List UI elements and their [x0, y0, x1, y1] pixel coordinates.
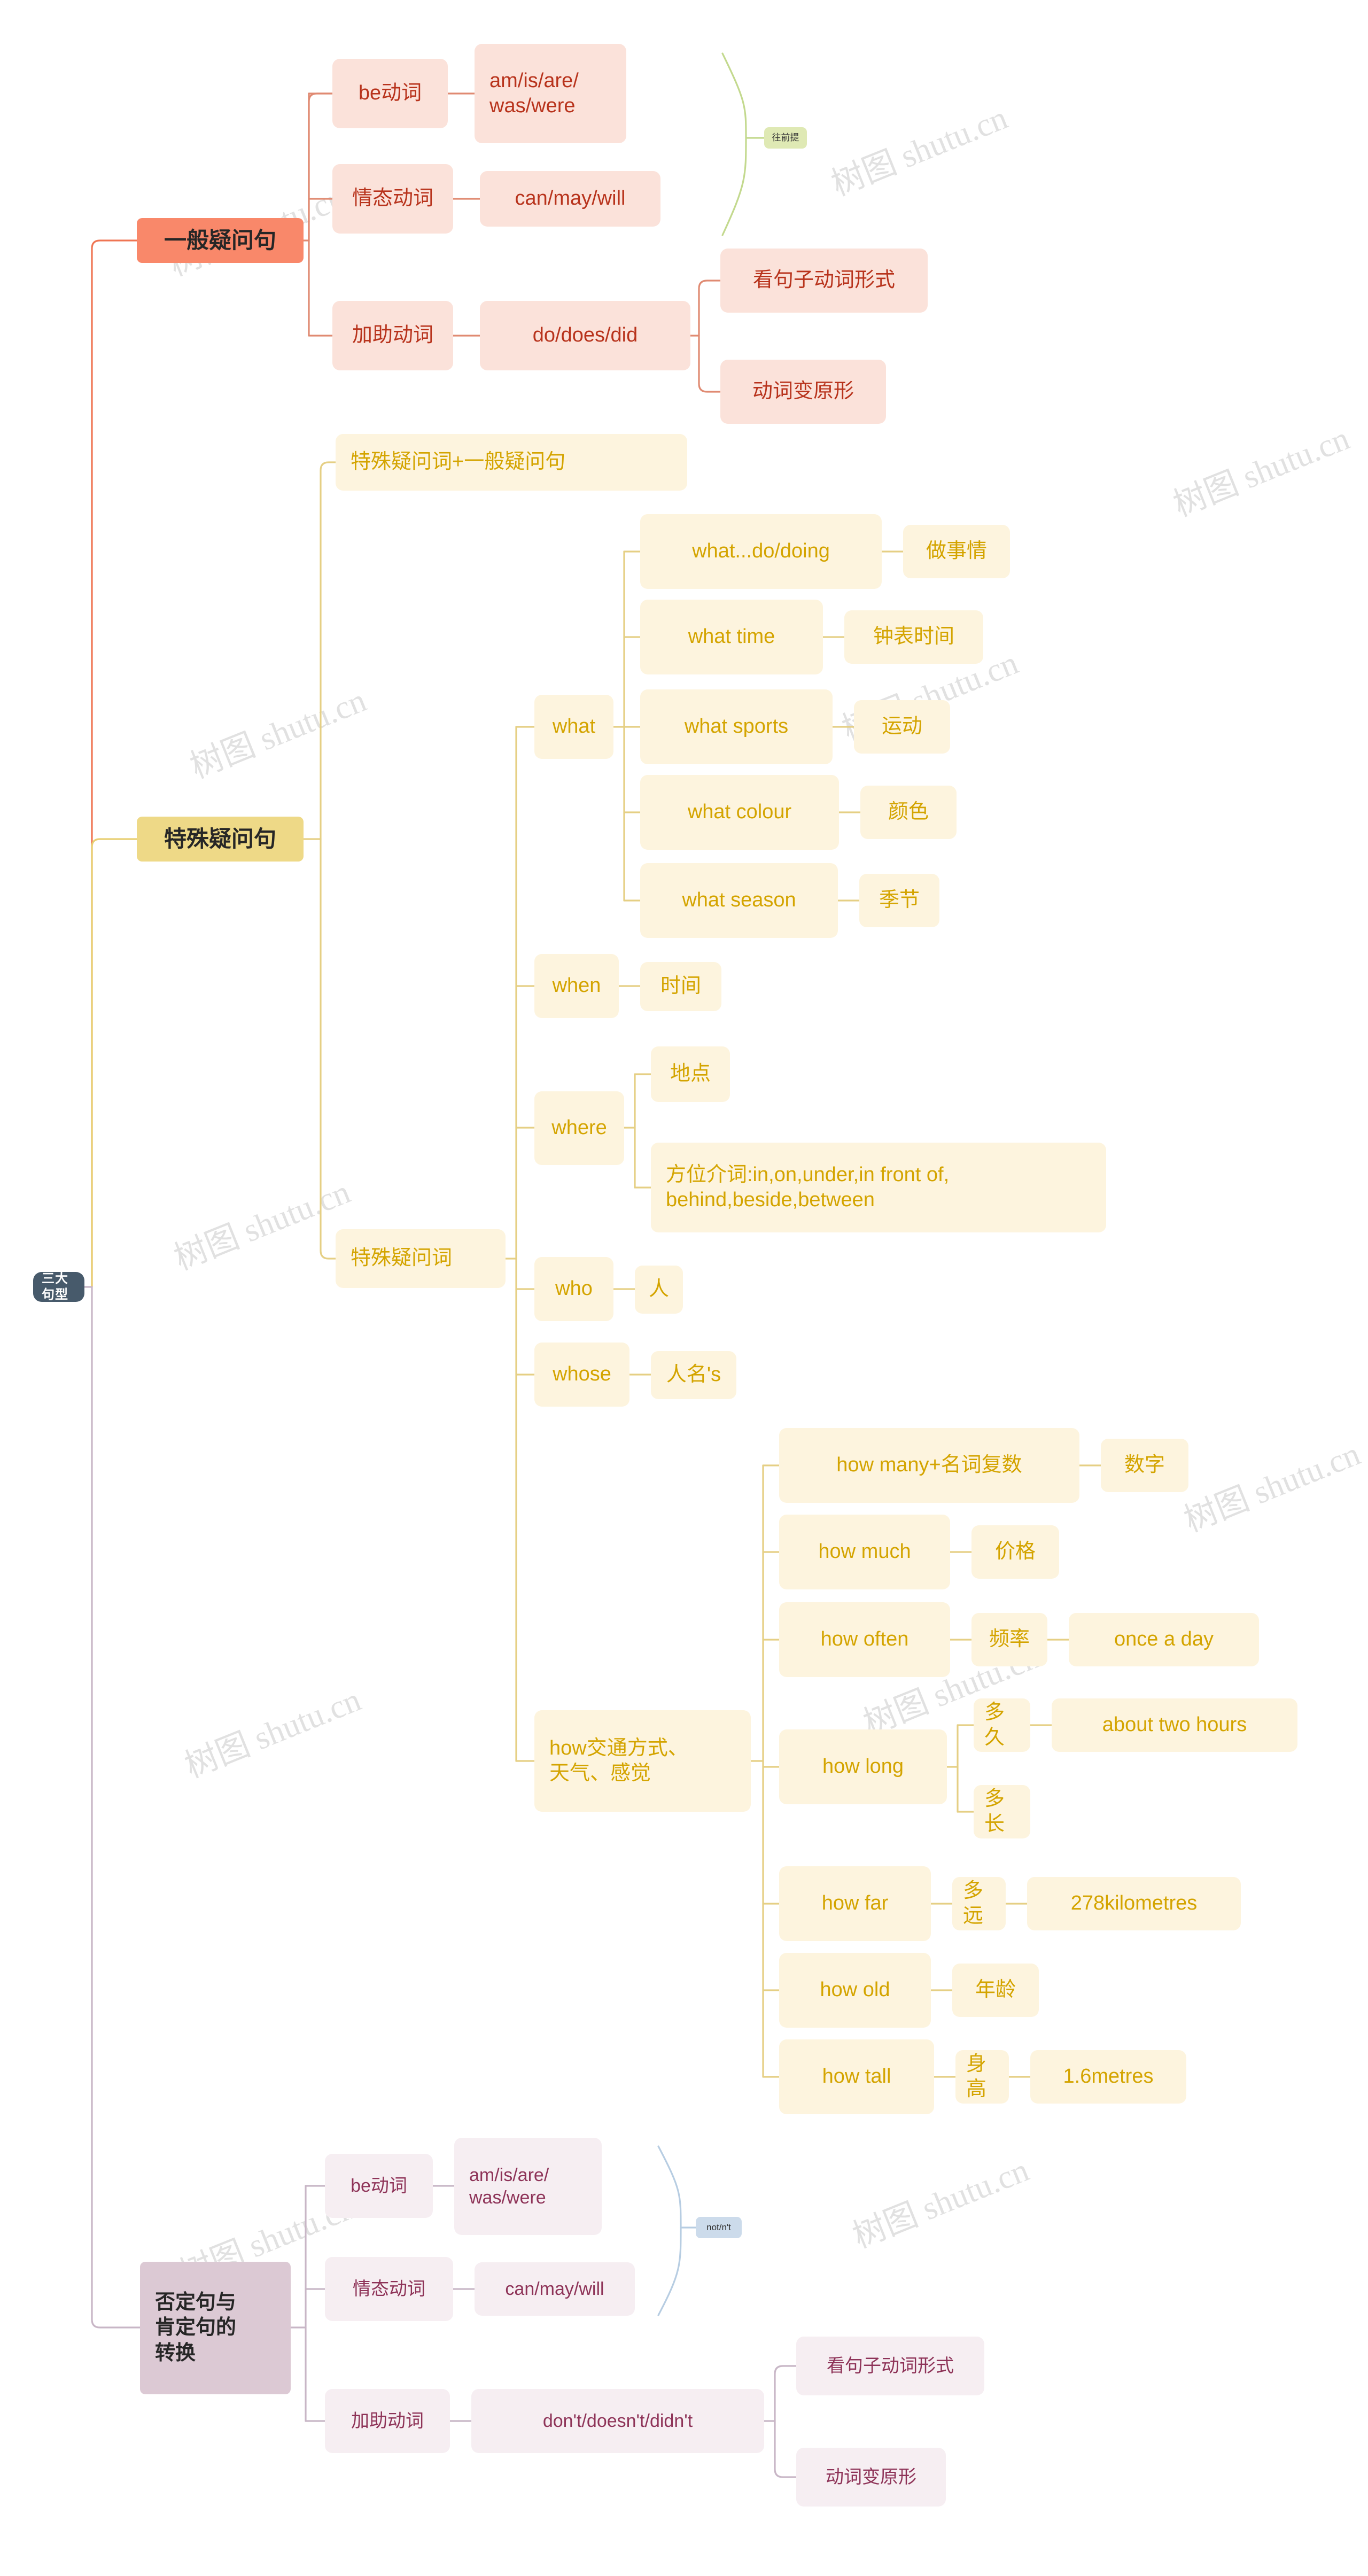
node-how-often[interactable]: how often [779, 1602, 950, 1677]
node-how-transport-weather-feeling[interactable]: how交通方式、 天气、感觉 [534, 1710, 751, 1812]
branch-title-teshu-yiwenju[interactable]: 特殊疑问句 [137, 817, 304, 862]
node-whose-value[interactable]: 人名's [651, 1351, 736, 1399]
node-how-much-value[interactable]: 价格 [971, 1525, 1059, 1579]
watermark: 树图 shutu.cn [826, 99, 1013, 203]
node-what-time-value[interactable]: 钟表时间 [844, 610, 983, 664]
node-be-verb-q[interactable]: be动词 [332, 59, 448, 128]
node-teshu-formula[interactable]: 特殊疑问词+一般疑问句 [336, 434, 687, 491]
node-what-sports-value[interactable]: 运动 [854, 700, 950, 754]
node-where[interactable]: where [534, 1091, 624, 1165]
node-when[interactable]: when [534, 954, 619, 1018]
node-how-tall[interactable]: how tall [779, 2039, 934, 2114]
node-who[interactable]: who [534, 1257, 613, 1321]
node-aux-verb-forms-neg[interactable]: don't/doesn't/didn't [471, 2389, 764, 2453]
node-how-old[interactable]: how old [779, 1953, 931, 2028]
node-what-time[interactable]: what time [640, 600, 823, 674]
watermark: 树图 shutu.cn [180, 1681, 366, 1785]
node-where-place[interactable]: 地点 [651, 1046, 730, 1102]
node-verb-to-base-neg[interactable]: 动词变原形 [796, 2448, 946, 2507]
node-who-value[interactable]: 人 [635, 1266, 683, 1314]
node-modal-verb-neg[interactable]: 情态动词 [325, 2257, 453, 2321]
root-node[interactable]: 三大句型 [33, 1271, 84, 1302]
node-how-long-length[interactable]: 多长 [974, 1785, 1030, 1838]
node-check-verb-form-q[interactable]: 看句子动词形式 [720, 249, 928, 313]
node-modal-verb-forms-neg[interactable]: can/may/will [475, 2262, 635, 2316]
watermark: 树图 shutu.cn [1179, 1436, 1365, 1539]
node-how-often-value[interactable]: 频率 [971, 1613, 1047, 1666]
node-be-verb-forms-neg[interactable]: am/is/are/ was/were [454, 2138, 602, 2235]
node-how-tall-example[interactable]: 1.6metres [1030, 2050, 1186, 2104]
node-how-far[interactable]: how far [779, 1866, 931, 1941]
node-what-season[interactable]: what season [640, 863, 838, 938]
node-be-verb-forms-q[interactable]: am/is/are/ was/were [475, 44, 626, 143]
node-how-long-duration[interactable]: 多久 [974, 1698, 1030, 1752]
node-check-verb-form-neg[interactable]: 看句子动词形式 [796, 2337, 984, 2395]
node-how-long[interactable]: how long [779, 1729, 947, 1804]
node-whose[interactable]: whose [534, 1343, 629, 1407]
watermark: 树图 shutu.cn [169, 1174, 355, 1277]
node-modal-verb-forms-q[interactable]: can/may/will [480, 171, 660, 227]
node-when-value[interactable]: 时间 [640, 962, 721, 1011]
node-what-season-value[interactable]: 季节 [859, 874, 939, 927]
watermark: 树图 shutu.cn [848, 2152, 1034, 2255]
node-verb-to-base-q[interactable]: 动词变原形 [720, 360, 886, 424]
node-aux-verb-q[interactable]: 加助动词 [332, 301, 453, 370]
node-aux-verb-forms-q[interactable]: do/does/did [480, 301, 690, 370]
branch-title-fouding-kending[interactable]: 否定句与 肯定句的 转换 [140, 2262, 291, 2394]
node-how-often-example[interactable]: once a day [1069, 1613, 1259, 1666]
connector-lines [83, 52, 1102, 2478]
node-how-far-example[interactable]: 278kilometres [1027, 1877, 1241, 1930]
annotation-move-forward[interactable]: 往前提 [764, 127, 807, 149]
node-how-tall-value[interactable]: 身高 [955, 2050, 1009, 2104]
node-what-colour-value[interactable]: 颜色 [860, 786, 957, 839]
node-what-do-doing[interactable]: what...do/doing [640, 514, 882, 589]
node-modal-verb-q[interactable]: 情态动词 [332, 164, 453, 234]
node-aux-verb-neg[interactable]: 加助动词 [325, 2389, 450, 2453]
node-where-prepositions[interactable]: 方位介词:in,on,under,in front of, behind,bes… [651, 1143, 1106, 1232]
watermark: 树图 shutu.cn [1168, 420, 1355, 524]
node-what-sports[interactable]: what sports [640, 689, 833, 764]
node-how-long-duration-example[interactable]: about two hours [1052, 1698, 1297, 1752]
branch-title-yiban-yiwenju[interactable]: 一般疑问句 [137, 218, 304, 263]
node-how-far-value[interactable]: 多远 [952, 1877, 1006, 1930]
node-how-much[interactable]: how much [779, 1515, 950, 1589]
node-what[interactable]: what [534, 695, 613, 759]
node-be-verb-neg[interactable]: be动词 [325, 2154, 433, 2218]
node-what-colour[interactable]: what colour [640, 775, 839, 850]
node-what-do-doing-value[interactable]: 做事情 [903, 525, 1010, 578]
mindmap-canvas: 树图 shutu.cn 树图 shutu.cn 树图 shutu.cn 树图 s… [0, 0, 1368, 2576]
node-how-old-value[interactable]: 年龄 [952, 1964, 1039, 2017]
node-how-many-value[interactable]: 数字 [1101, 1439, 1188, 1492]
node-how-many[interactable]: how many+名词复数 [779, 1428, 1079, 1503]
watermark: 树图 shutu.cn [185, 682, 371, 786]
annotation-not-nt[interactable]: not/n't [696, 2217, 742, 2238]
node-teshu-question-words[interactable]: 特殊疑问词 [336, 1229, 506, 1288]
